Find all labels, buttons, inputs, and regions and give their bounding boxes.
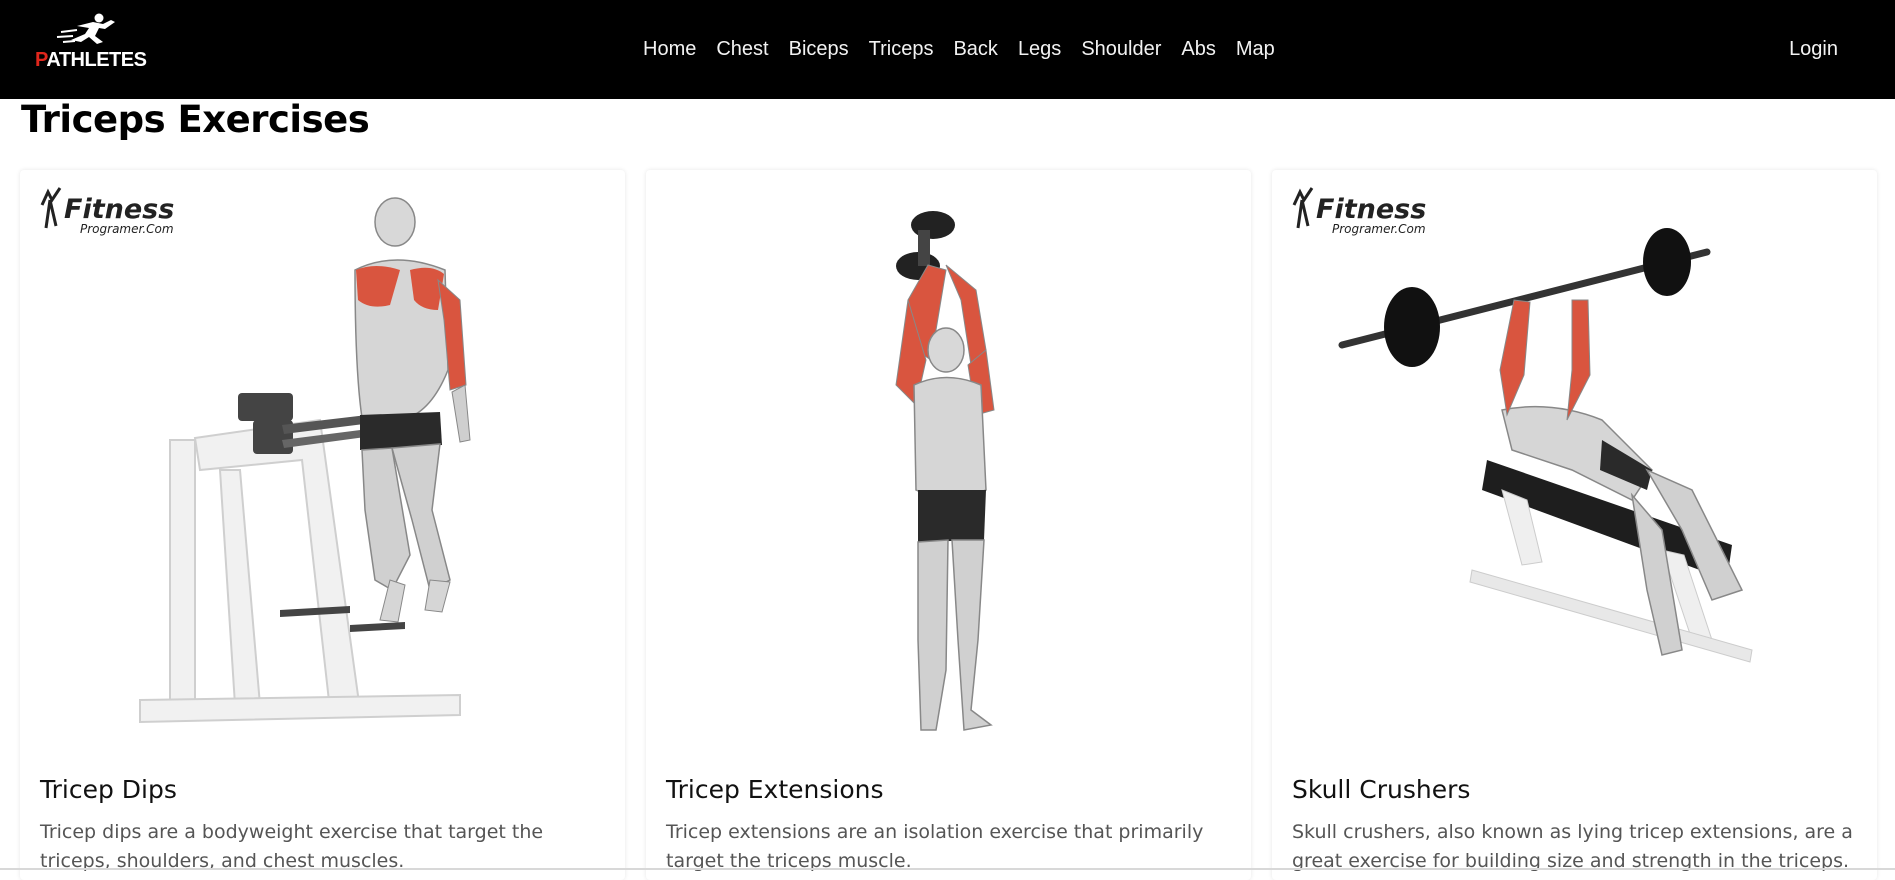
card-title: Skull Crushers: [1292, 775, 1471, 804]
exercise-card-tricep-extensions[interactable]: Tricep Extensions Tricep extensions are …: [646, 170, 1251, 880]
tricep-extensions-illustration: [895, 211, 995, 731]
exercise-card-skull-crushers[interactable]: Fitness Programer.Com Skull Crushers Sku…: [1272, 170, 1877, 880]
nav-triceps[interactable]: Triceps: [869, 38, 944, 61]
nav-chest[interactable]: Chest: [716, 38, 778, 61]
nav-map[interactable]: Map: [1236, 38, 1275, 61]
brand-name: PATHLETES: [35, 49, 147, 71]
card-title: Tricep Dips: [40, 775, 177, 804]
nav-abs[interactable]: Abs: [1181, 38, 1225, 61]
nav-shoulder[interactable]: Shoulder: [1081, 38, 1171, 61]
svg-text:Programer.Com: Programer.Com: [80, 222, 174, 236]
fitness-programer-watermark: Fitness Programer.Com: [1292, 187, 1426, 236]
page-title: Triceps Exercises: [21, 98, 370, 141]
skull-crushers-illustration: Fitness Programer.Com: [1292, 187, 1753, 663]
card-title: Tricep Extensions: [666, 775, 884, 804]
athlete-figure: [354, 197, 471, 623]
nav-home[interactable]: Home: [643, 38, 706, 61]
tricep-dips-illustration: Fitness Programer.Com: [40, 187, 471, 724]
brand-logo[interactable]: PATHLETES: [33, 12, 147, 74]
nav-legs[interactable]: Legs: [1018, 38, 1071, 61]
exercise-card-tricep-dips[interactable]: Fitness Programer.Com Tricep Dips Tricep…: [20, 170, 625, 880]
top-navbar: PATHLETES Home Chest Biceps Triceps Back…: [0, 0, 1895, 99]
nav-back[interactable]: Back: [953, 38, 1007, 61]
svg-text:Programer.Com: Programer.Com: [1332, 222, 1426, 236]
nav-biceps[interactable]: Biceps: [789, 38, 859, 61]
login-link[interactable]: Login: [1789, 0, 1838, 99]
svg-text:Fitness: Fitness: [64, 194, 174, 225]
svg-text:Fitness: Fitness: [1316, 194, 1426, 225]
nav-links: Home Chest Biceps Triceps Back Legs Shou…: [643, 0, 1275, 99]
fitness-programer-watermark: Fitness Programer.Com: [40, 187, 174, 236]
athlete-figure: [895, 264, 995, 731]
runner-logo-icon: [56, 13, 115, 44]
